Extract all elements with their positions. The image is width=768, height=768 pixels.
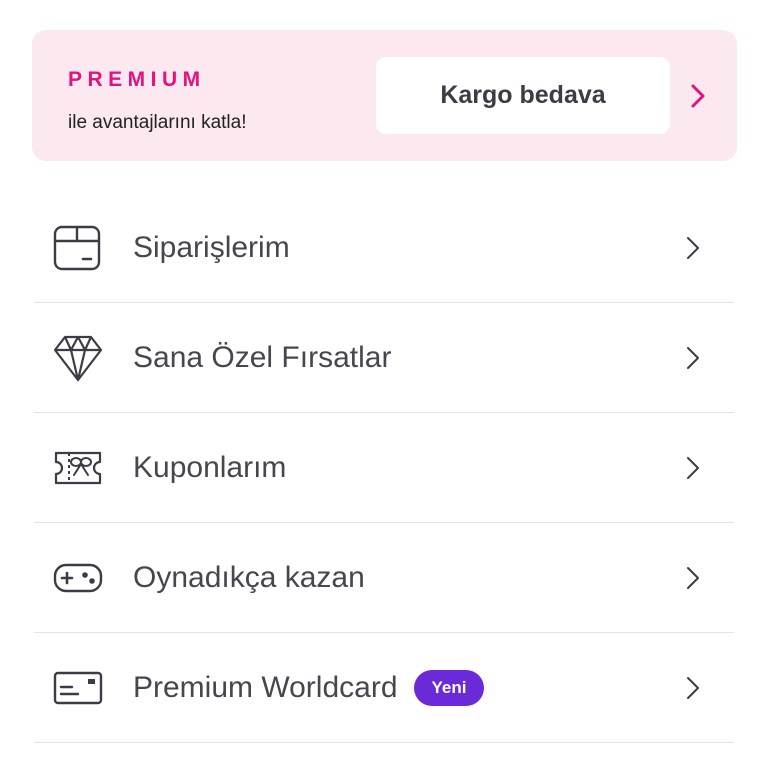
premium-subtitle: ile avantajlarını katla! bbox=[68, 112, 247, 133]
account-menu-page: PREMIUM ile avantajlarını katla! Kargo b… bbox=[0, 0, 768, 768]
package-box-icon bbox=[52, 222, 104, 274]
chevron-right-icon bbox=[687, 566, 699, 589]
gamepad-icon bbox=[52, 552, 104, 604]
chevron-right-icon bbox=[687, 237, 699, 259]
menu-item-coupons[interactable]: Kuponlarım bbox=[34, 413, 734, 523]
menu-item-orders[interactable]: Siparişlerim bbox=[34, 194, 734, 303]
menu-item-play-and-earn[interactable]: Oynadıkça kazan bbox=[34, 523, 734, 633]
menu-item-label-text: Premium Worldcard bbox=[133, 670, 398, 704]
menu-item-label: Premium Worldcard Yeni bbox=[133, 669, 485, 706]
chevron-right-icon[interactable] bbox=[686, 82, 710, 110]
chevron-right-icon bbox=[687, 676, 699, 699]
credit-card-icon bbox=[52, 662, 104, 714]
gift-coupon-icon bbox=[52, 442, 104, 494]
chevron-right-icon bbox=[687, 456, 699, 479]
menu-item-label: Kuponlarım bbox=[133, 450, 287, 484]
menu-item-label: Oynadıkça kazan bbox=[133, 560, 365, 594]
diamond-icon bbox=[52, 332, 104, 384]
premium-benefit[interactable]: Kargo bedava bbox=[376, 57, 670, 134]
premium-title: PREMIUM bbox=[68, 68, 206, 91]
premium-banner[interactable]: PREMIUM ile avantajlarını katla! Kargo b… bbox=[32, 30, 737, 161]
menu-item-label: Sana Özel Fırsatlar bbox=[133, 340, 392, 374]
menu-item-label: Siparişlerim bbox=[133, 231, 290, 264]
new-badge: Yeni bbox=[413, 669, 485, 706]
chevron-right-icon bbox=[687, 346, 699, 369]
menu-item-premium-worldcard[interactable]: Premium Worldcard Yeni bbox=[34, 633, 734, 743]
menu-item-special-offers[interactable]: Sana Özel Fırsatlar bbox=[34, 303, 734, 413]
menu-list: Siparişlerim Sana Özel Fırsatlar Kuponla… bbox=[34, 194, 734, 743]
